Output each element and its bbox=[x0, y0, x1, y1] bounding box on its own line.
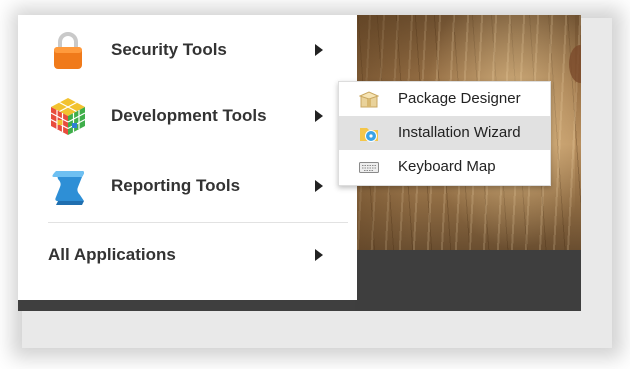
taskbar bbox=[355, 250, 581, 311]
menu-item-label: Security Tools bbox=[111, 40, 227, 59]
submenu-item-keyboard-map[interactable]: Keyboard Map bbox=[339, 150, 550, 184]
menu-item-security-tools[interactable]: Security Tools bbox=[18, 15, 357, 85]
menu-item-label: Development Tools bbox=[111, 106, 267, 125]
package-box-icon bbox=[359, 91, 379, 108]
desktop-screen: Security Tools Development Tools Reporti… bbox=[18, 15, 581, 311]
development-tools-submenu: Package Designer Installation Wizard Key… bbox=[338, 81, 551, 186]
padlock-icon bbox=[54, 32, 82, 69]
submenu-item-installation-wizard[interactable]: Installation Wizard bbox=[339, 116, 550, 150]
submenu-item-label: Package Designer bbox=[398, 90, 521, 107]
install-disc-icon bbox=[360, 128, 378, 142]
chevron-right-icon bbox=[315, 180, 323, 192]
submenu-item-label: Installation Wizard bbox=[398, 124, 521, 141]
chevron-right-icon bbox=[315, 44, 323, 56]
chevron-right-icon bbox=[315, 249, 323, 261]
chevron-right-icon bbox=[315, 110, 323, 122]
menu-item-development-tools[interactable]: Development Tools bbox=[18, 81, 357, 151]
menu-item-all-applications[interactable]: All Applications bbox=[18, 220, 357, 290]
menu-item-label: All Applications bbox=[48, 245, 176, 264]
start-menu: Security Tools Development Tools Reporti… bbox=[18, 15, 357, 300]
submenu-item-package-designer[interactable]: Package Designer bbox=[339, 82, 550, 116]
rubiks-cube-icon bbox=[50, 98, 86, 135]
menu-item-reporting-tools[interactable]: Reporting Tools bbox=[18, 151, 357, 221]
keyboard-icon bbox=[359, 162, 379, 173]
submenu-item-label: Keyboard Map bbox=[398, 158, 496, 175]
scroll-icon bbox=[52, 171, 84, 205]
menu-item-label: Reporting Tools bbox=[111, 176, 241, 195]
